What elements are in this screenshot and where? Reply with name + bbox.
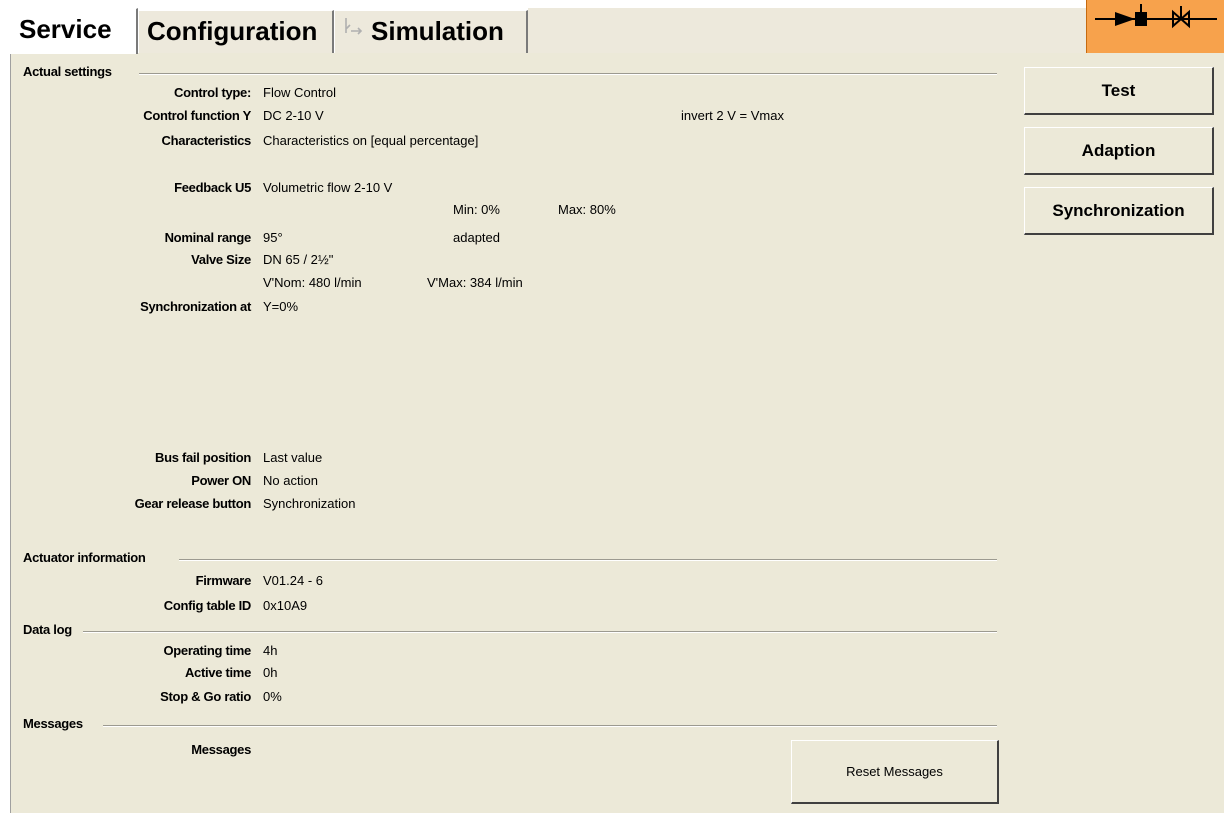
tab-simulation-label: Simulation (371, 16, 504, 46)
synchronization-button[interactable]: Synchronization (1024, 187, 1214, 235)
characteristics-label: Characteristics (161, 133, 252, 148)
stop-go-value: 0% (263, 689, 282, 704)
valve-vnom: V'Nom: 480 l/min (263, 275, 362, 290)
tab-configuration-label: Configuration (147, 16, 318, 46)
feedback-value: Volumetric flow 2-10 V (263, 180, 393, 195)
firmware-value: V01.24 - 6 (263, 573, 323, 588)
section-actual-settings: Actual settings (23, 64, 112, 79)
tab-service-label: Service (19, 14, 112, 44)
service-panel: Actual settings Control type: Flow Contr… (10, 53, 1013, 813)
bus-fail-label: Bus fail position (154, 450, 251, 465)
power-on-label: Power ON (191, 473, 251, 488)
reset-messages-button[interactable]: Reset Messages (791, 740, 999, 804)
section-divider (83, 631, 997, 633)
firmware-label: Firmware (195, 573, 252, 588)
adaption-button-label: Adaption (1081, 141, 1156, 160)
valve-size-label: Valve Size (191, 252, 251, 267)
valve-size-value: DN 65 / 2½" (263, 252, 334, 267)
section-actuator-information: Actuator information (23, 550, 146, 565)
feedback-max: Max: 80% (558, 202, 616, 217)
section-divider (179, 559, 997, 561)
reset-messages-label: Reset Messages (846, 764, 943, 779)
config-table-label: Config table ID (163, 598, 252, 613)
tab-configuration[interactable]: Configuration (138, 10, 334, 53)
test-button[interactable]: Test (1024, 67, 1214, 115)
nominal-range-label: Nominal range (164, 230, 252, 245)
control-function-invert: invert 2 V = Vmax (681, 108, 784, 123)
operating-time-value: 4h (263, 643, 278, 658)
bus-fail-value: Last value (263, 450, 323, 465)
control-type-label: Control type: (174, 85, 251, 100)
control-function-label: Control function Y (143, 108, 251, 123)
action-panel: Test Adaption Synchronization (1012, 53, 1224, 813)
valve-actuator-icon (1086, 0, 1224, 53)
messages-label: Messages (191, 742, 251, 757)
section-data-log: Data log (23, 622, 72, 637)
tabbar-background (528, 8, 1086, 54)
power-on-value: No action (263, 473, 318, 488)
active-time-label: Active time (184, 665, 251, 680)
synchronization-button-label: Synchronization (1052, 201, 1185, 220)
stop-go-label: Stop & Go ratio (160, 689, 251, 704)
synchronization-at-value: Y=0% (263, 299, 299, 314)
operating-time-label: Operating time (163, 643, 251, 658)
tab-service[interactable]: Service (10, 8, 138, 54)
top-strip (0, 0, 1086, 8)
tab-simulation[interactable]: Simulation (334, 10, 528, 53)
feedback-label: Feedback U5 (174, 180, 251, 195)
control-function-value: DC 2-10 V (263, 108, 324, 123)
active-time-value: 0h (263, 665, 278, 680)
nominal-range-value: 95° (263, 230, 283, 245)
simulation-icon (343, 11, 371, 51)
gear-release-value: Synchronization (263, 496, 356, 511)
gear-release-label: Gear release button (134, 496, 252, 511)
config-table-value: 0x10A9 (263, 598, 308, 613)
feedback-min: Min: 0% (453, 202, 500, 217)
nominal-range-adapted: adapted (453, 230, 500, 245)
characteristics-value: Characteristics on [equal percentage] (263, 133, 479, 148)
section-divider (103, 725, 997, 727)
section-messages: Messages (23, 716, 83, 731)
synchronization-at-label: Synchronization at (140, 299, 251, 314)
valve-vmax: V'Max: 384 l/min (427, 275, 523, 290)
adaption-button[interactable]: Adaption (1024, 127, 1214, 175)
control-type-value: Flow Control (263, 85, 336, 100)
section-divider (139, 73, 997, 75)
test-button-label: Test (1101, 81, 1136, 100)
